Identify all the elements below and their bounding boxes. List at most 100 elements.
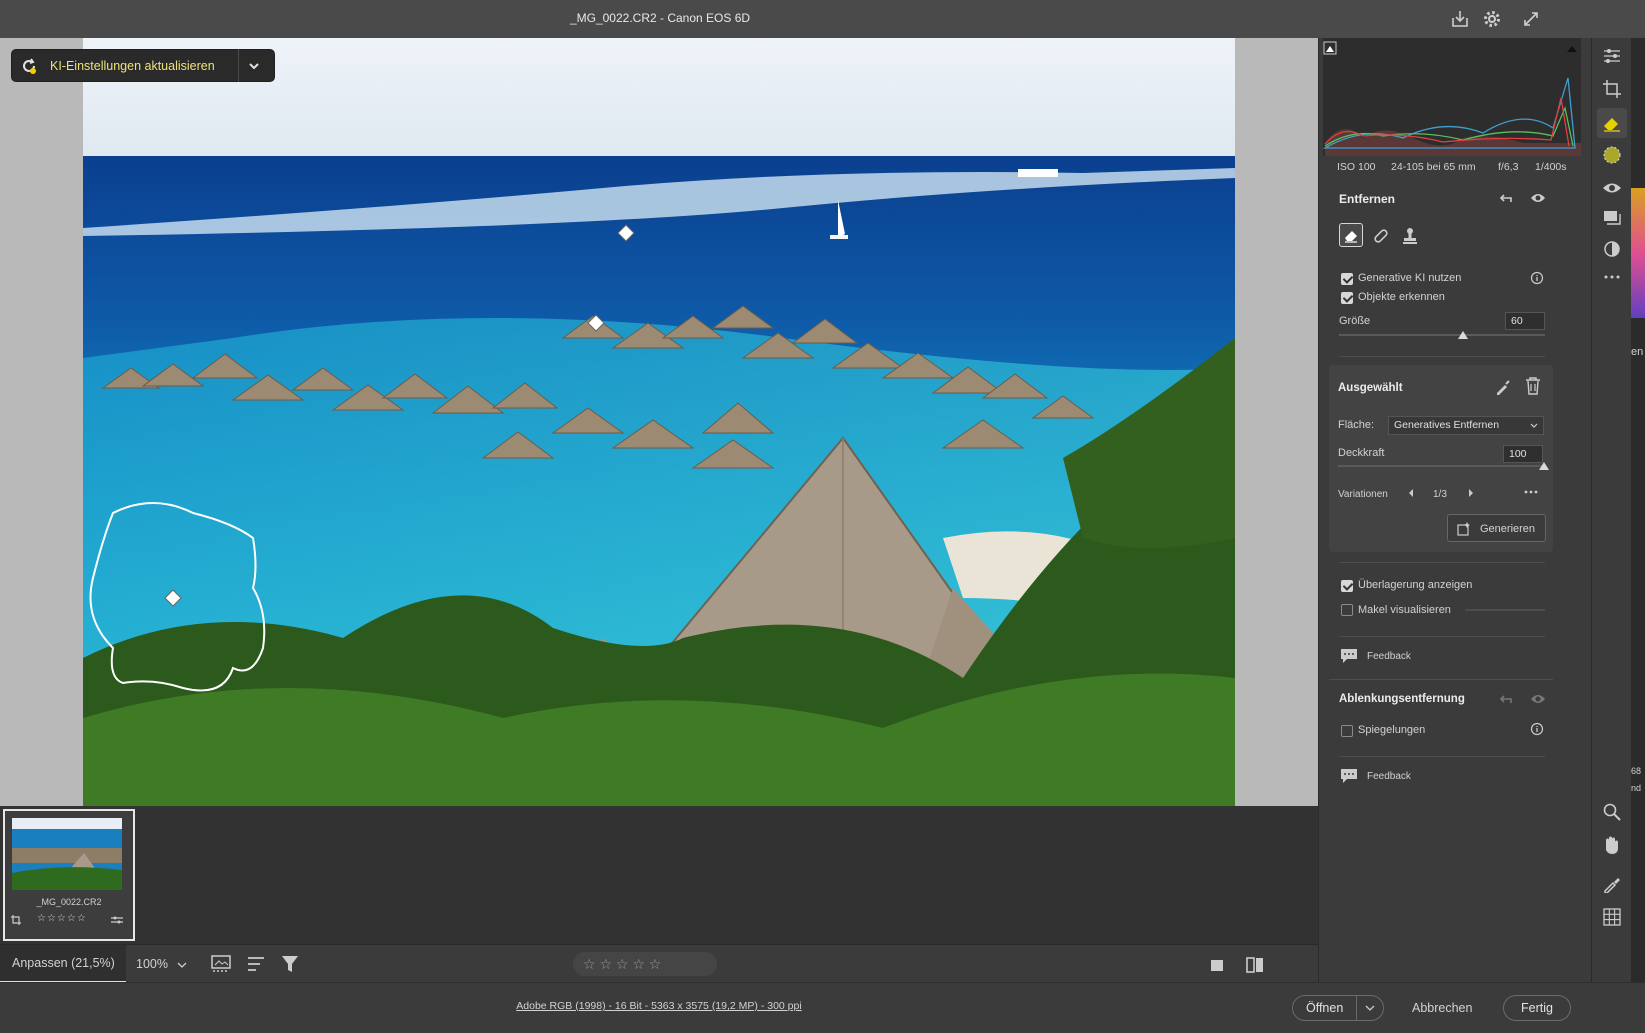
- lens-value: 24-105 bei 65 mm: [1391, 161, 1476, 173]
- rating-stars[interactable]: ☆ ☆ ☆ ☆ ☆: [573, 952, 717, 976]
- info-icon[interactable]: [1529, 721, 1545, 737]
- presets-icon[interactable]: [1601, 208, 1623, 228]
- feedback-link[interactable]: Feedback: [1367, 771, 1411, 782]
- previous-variation-icon[interactable]: [1405, 487, 1417, 499]
- divider: [1339, 356, 1545, 357]
- distraction-heading: Ablenkungsentfernung: [1339, 693, 1465, 705]
- gear-icon[interactable]: [1480, 7, 1504, 31]
- fit-zoom-button[interactable]: Anpassen (21,5%): [0, 945, 126, 983]
- visibility-eye-icon[interactable]: [1529, 690, 1547, 708]
- chevron-down-icon: [1529, 421, 1539, 431]
- filmstrip: _MG_0022.CR2 ☆☆☆☆☆: [0, 806, 1318, 944]
- more-tools-icon[interactable]: [1601, 270, 1623, 284]
- eraser-tool-button[interactable]: [1339, 223, 1363, 247]
- brush-icon[interactable]: [1493, 377, 1513, 397]
- footer: Adobe RGB (1998) - 16 Bit - 5363 x 3575 …: [0, 982, 1645, 1033]
- crop-icon: [11, 915, 21, 925]
- done-button[interactable]: Fertig: [1503, 995, 1571, 1021]
- reset-icon[interactable]: [1497, 690, 1515, 708]
- iso-value: ISO 100: [1337, 161, 1376, 173]
- zoom-value[interactable]: 100%: [136, 957, 168, 971]
- feedback-icon[interactable]: [1339, 647, 1359, 665]
- remove-tool-button[interactable]: [1597, 108, 1627, 138]
- crop-icon[interactable]: [1601, 78, 1623, 100]
- background-window-edge: en 68 nd: [1631, 38, 1645, 982]
- detect-objects-checkbox[interactable]: [1341, 292, 1353, 304]
- divider: [1339, 562, 1545, 563]
- trash-icon[interactable]: [1523, 375, 1543, 397]
- area-label: Fläche:: [1338, 419, 1375, 431]
- zoom-icon[interactable]: [1601, 801, 1623, 823]
- show-overlay-checkbox[interactable]: [1341, 580, 1353, 592]
- filter-icon[interactable]: [280, 954, 302, 974]
- opacity-slider-track[interactable]: [1338, 465, 1544, 467]
- visualize-spots-checkbox[interactable]: [1341, 604, 1353, 616]
- opacity-slider-thumb[interactable]: [1539, 462, 1549, 470]
- chevron-down-icon[interactable]: [176, 959, 188, 971]
- reflections-checkbox[interactable]: [1341, 725, 1353, 737]
- next-variation-icon[interactable]: [1465, 487, 1477, 499]
- fullscreen-icon[interactable]: [1519, 7, 1543, 31]
- masking-icon[interactable]: [1601, 144, 1623, 166]
- chevron-down-icon[interactable]: [239, 51, 269, 81]
- open-button[interactable]: Öffnen: [1292, 995, 1384, 1021]
- remove-heading: Entfernen: [1339, 192, 1396, 206]
- heal-bandage-icon[interactable]: [1371, 226, 1391, 246]
- clone-stamp-icon[interactable]: [1400, 226, 1420, 246]
- feedback-link[interactable]: Feedback: [1367, 651, 1411, 662]
- histogram: [1322, 38, 1581, 156]
- single-view-icon[interactable]: [1208, 955, 1228, 975]
- edit-sliders-icon[interactable]: [1601, 46, 1623, 66]
- background-image-strip: [1631, 188, 1645, 318]
- eraser-icon: [1343, 227, 1359, 243]
- visualize-spots-slider[interactable]: [1465, 609, 1545, 611]
- open-label: Öffnen: [1305, 1001, 1344, 1015]
- cancel-button[interactable]: Abbrechen: [1412, 1001, 1472, 1015]
- visualize-spots-label: Makel visualisieren: [1358, 604, 1451, 616]
- background-text: en: [1631, 346, 1644, 358]
- reset-icon[interactable]: [1497, 189, 1515, 207]
- image-info-link[interactable]: Adobe RGB (1998) - 16 Bit - 5363 x 3575 …: [0, 1000, 1318, 1012]
- shutter-value: 1/400s: [1535, 161, 1567, 173]
- photo[interactable]: [83, 38, 1235, 806]
- size-slider-track[interactable]: [1339, 334, 1545, 336]
- snapshots-icon[interactable]: [1601, 238, 1623, 260]
- size-input[interactable]: 60: [1505, 312, 1545, 330]
- adjustments-icon: [111, 915, 123, 925]
- ai-settings-update-button[interactable]: KI-Einstellungen aktualisieren: [11, 49, 275, 82]
- grid-icon[interactable]: [1601, 906, 1623, 928]
- ai-settings-update-label: KI-Einstellungen aktualisieren: [50, 58, 215, 73]
- generative-ai-checkbox[interactable]: [1341, 273, 1353, 285]
- generate-label: Generieren: [1480, 523, 1536, 535]
- filmstrip-thumbnail[interactable]: _MG_0022.CR2 ☆☆☆☆☆: [3, 809, 135, 941]
- generate-button[interactable]: Generieren: [1447, 514, 1546, 542]
- generate-icon: [1456, 521, 1472, 537]
- variations-label: Variationen: [1338, 489, 1388, 500]
- title-bar: _MG_0022.CR2 - Canon EOS 6D: [0, 0, 1645, 38]
- red-eye-icon[interactable]: [1601, 178, 1623, 198]
- divider: [1329, 679, 1553, 680]
- sort-icon[interactable]: [246, 954, 268, 974]
- divider: [1339, 636, 1545, 637]
- feedback-icon[interactable]: [1339, 767, 1359, 785]
- aperture-value: f/6,3: [1498, 161, 1519, 173]
- compare-view-icon[interactable]: [1244, 955, 1266, 975]
- filmstrip-toggle-icon[interactable]: [210, 954, 234, 974]
- edit-panel: ISO 100 24-105 bei 65 mm f/6,3 1/400s En…: [1318, 38, 1591, 982]
- thumbnail-rating[interactable]: ☆☆☆☆☆: [37, 913, 87, 924]
- hand-icon[interactable]: [1601, 834, 1623, 856]
- opacity-input[interactable]: 100: [1503, 445, 1543, 463]
- detect-objects-label: Objekte erkennen: [1358, 291, 1445, 303]
- save-icon[interactable]: [1448, 7, 1472, 31]
- more-options-icon[interactable]: [1523, 485, 1539, 499]
- chevron-down-icon[interactable]: [1357, 996, 1383, 1020]
- background-text: 68: [1631, 766, 1642, 776]
- visibility-eye-icon[interactable]: [1529, 189, 1547, 207]
- eraser-icon: [1602, 113, 1622, 133]
- size-slider-thumb[interactable]: [1458, 331, 1468, 339]
- image-canvas[interactable]: [0, 38, 1318, 806]
- info-icon[interactable]: [1529, 270, 1545, 286]
- selected-heading: Ausgewählt: [1338, 382, 1403, 394]
- eyedropper-icon[interactable]: [1601, 873, 1623, 895]
- area-dropdown[interactable]: Generatives Entfernen: [1388, 416, 1544, 435]
